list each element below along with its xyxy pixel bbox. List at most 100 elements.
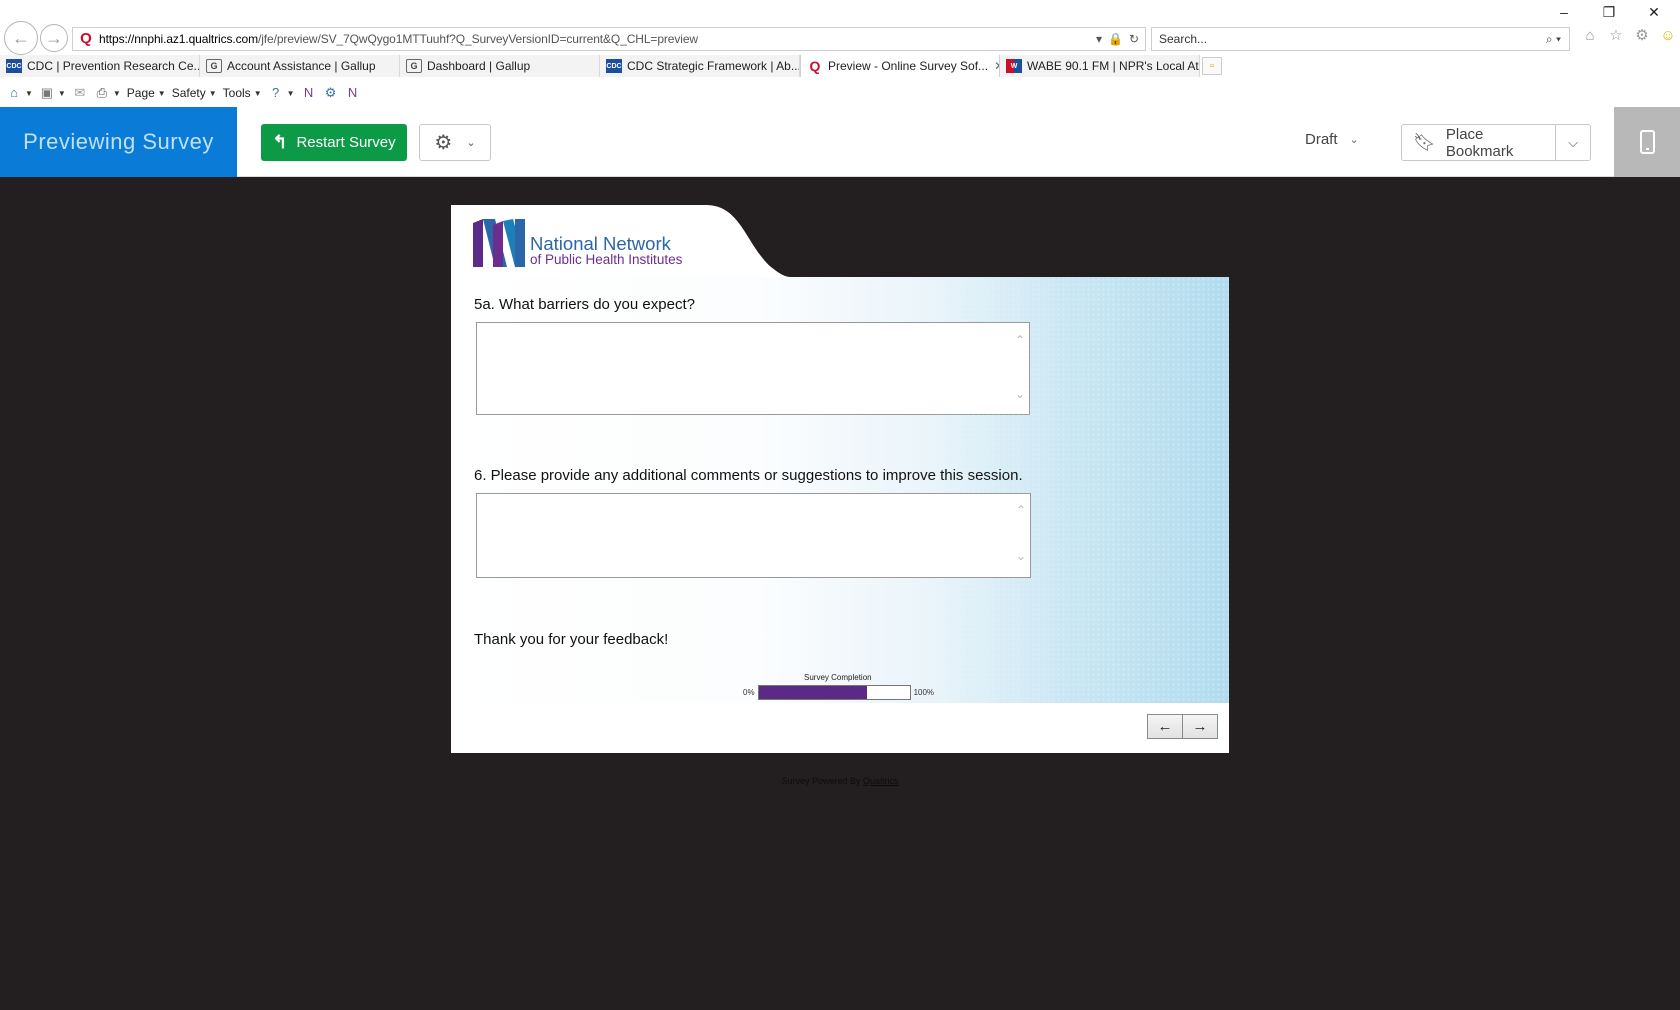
restart-arrow-icon: ↰	[272, 132, 288, 152]
print-menu[interactable]: ⎙ ▼	[94, 85, 121, 101]
home-icon: ⌂	[10, 85, 18, 100]
question-5a-textarea[interactable]	[476, 322, 1030, 415]
powered-by-text: Survey Powered By	[781, 776, 861, 786]
tab-label: CDC | Prevention Research Ce...	[27, 59, 200, 73]
back-button[interactable]: ←	[4, 21, 38, 55]
printer-icon: ⎙	[96, 85, 108, 100]
search-icon[interactable]: ⌕ ▾	[1546, 32, 1569, 47]
scroll-down-icon[interactable]: ⌄	[1013, 549, 1029, 563]
logo-line-1: National Network	[530, 233, 671, 254]
cdc-favicon-icon: CDC	[606, 59, 622, 73]
minimize-icon[interactable]: –	[1554, 4, 1574, 20]
scroll-up-icon[interactable]: ⌃	[1012, 333, 1028, 347]
bookmark-dropdown-button[interactable]: ⌵	[1555, 124, 1591, 161]
favorites-star-icon[interactable]: ☆	[1608, 28, 1624, 44]
safety-menu-label: Safety	[171, 86, 206, 100]
mail-icon: ✉	[74, 85, 86, 100]
version-dropdown[interactable]: Draft ⌄	[1305, 131, 1359, 148]
progress-max-label: 100%	[913, 688, 935, 697]
home-icon[interactable]: ⌂	[1582, 28, 1598, 44]
gear-icon[interactable]: ⚙	[1634, 28, 1650, 44]
linked-notes-icon: N	[347, 85, 358, 100]
addon-gear-button[interactable]: ⚙	[323, 85, 339, 101]
chevron-down-icon: ⌵	[1568, 134, 1578, 150]
mobile-preview-toggle[interactable]	[1614, 107, 1680, 177]
restart-survey-button[interactable]: ↰ Restart Survey	[261, 124, 407, 161]
wabe-favicon-icon: W	[1006, 59, 1022, 73]
url-path: /jfe/preview/SV_7QwQygo1MTTuuhf?Q_Survey…	[257, 32, 698, 46]
help-icon: ?	[271, 85, 280, 100]
back-arrow-icon: ←	[12, 27, 30, 48]
qualtrics-link[interactable]: Qualtrics	[863, 776, 899, 786]
progress-label: Survey Completion	[804, 673, 872, 682]
place-bookmark-button[interactable]: 🔖︎ Place Bookmark	[1401, 124, 1555, 161]
tab-gallup-dashboard[interactable]: G Dashboard | Gallup	[400, 55, 600, 77]
browser-chrome: ← → Q https://nnphi.az1.qualtrics.com/jf…	[0, 0, 1680, 107]
scroll-up-icon[interactable]: ⌃	[1013, 503, 1029, 517]
next-button[interactable]: →	[1182, 714, 1218, 739]
new-tab-button[interactable]: ▫	[1202, 57, 1222, 75]
previewing-survey-title: Previewing Survey	[0, 107, 237, 177]
bookmark-label: Place Bookmark	[1445, 125, 1514, 160]
nnphi-logo-icon	[473, 219, 525, 267]
gallup-favicon-icon: G	[206, 59, 222, 73]
close-window-icon[interactable]: ✕	[1644, 4, 1664, 21]
home-menu[interactable]: ⌂ ▼	[6, 85, 33, 101]
previous-button[interactable]: ←	[1147, 714, 1183, 739]
mobile-phone-icon	[1639, 130, 1655, 154]
preview-settings-button[interactable]: ⚙ ⌄	[419, 124, 491, 161]
tab-cdc-strategic[interactable]: CDC CDC Strategic Framework | Ab...	[600, 55, 800, 77]
question-6-textarea[interactable]	[476, 493, 1031, 578]
preview-toolbar: Previewing Survey ↰ Restart Survey ⚙ ⌄ D…	[0, 107, 1680, 177]
command-bar: ⌂ ▼ ▣ ▼ ✉ ⎙ ▼ Page ▼ Safety ▼ Tools ▼ ? ▼ N ⚙ N	[0, 80, 1680, 106]
forward-arrow-icon: →	[45, 27, 63, 48]
survey-body: 5a. What barriers do you expect? ⌃ ⌄ 6. …	[451, 277, 1229, 703]
tab-cdc-prevention[interactable]: CDC CDC | Prevention Research Ce...	[0, 55, 200, 77]
question-5a-label: 5a. What barriers do you expect?	[474, 296, 695, 313]
forward-button[interactable]: →	[40, 24, 68, 52]
address-bar[interactable]: Q https://nnphi.az1.qualtrics.com/jfe/pr…	[72, 27, 1146, 51]
gallup-favicon-icon: G	[406, 59, 422, 73]
progress-bar	[757, 685, 911, 700]
smiley-feedback-icon[interactable]: ☺	[1660, 28, 1676, 44]
bookmark-icon: 🔖︎	[1413, 132, 1436, 152]
tab-gallup-account[interactable]: G Account Assistance | Gallup	[200, 55, 400, 77]
page-menu[interactable]: Page ▼	[127, 86, 166, 100]
survey-container: National Network of Public Health Instit…	[451, 205, 1229, 753]
scroll-down-icon[interactable]: ⌄	[1012, 387, 1028, 401]
progress-widget: 0% 100%	[743, 685, 934, 700]
thank-you-message: Thank you for your feedback!	[474, 631, 669, 648]
rss-feed-icon: ▣	[40, 85, 54, 100]
progress-fill	[758, 686, 868, 699]
survey-nav-footer: ← →	[451, 703, 1229, 753]
tab-qualtrics-preview[interactable]: Q Preview - Online Survey Sof... ✕	[800, 55, 1000, 77]
mail-button[interactable]: ✉	[72, 85, 88, 101]
restore-icon[interactable]: ❐	[1599, 4, 1619, 21]
url-text[interactable]: https://nnphi.az1.qualtrics.com/jfe/prev…	[99, 32, 1096, 46]
tab-label: Account Assistance | Gallup	[227, 59, 376, 73]
feeds-menu[interactable]: ▣ ▼	[39, 85, 66, 101]
tab-label: Preview - Online Survey Sof...	[828, 59, 989, 73]
search-placeholder: Search...	[1159, 32, 1208, 46]
safety-menu[interactable]: Safety ▼	[172, 86, 217, 100]
logo-line-2: of Public Health Institutes	[530, 252, 683, 268]
onenote-linked-button[interactable]: N	[345, 85, 361, 101]
gear-icon: ⚙	[324, 85, 337, 100]
powered-by-footer: Survey Powered By Qualtrics	[0, 776, 1680, 786]
survey-header: National Network of Public Health Instit…	[451, 205, 1229, 277]
tab-strip: CDC CDC | Prevention Research Ce... G Ac…	[0, 55, 1680, 77]
refresh-icon[interactable]: ↻	[1129, 32, 1139, 46]
lock-icon[interactable]: 🔒	[1108, 32, 1123, 46]
version-label: Draft	[1305, 131, 1338, 148]
qualtrics-favicon-icon: Q	[809, 58, 821, 74]
dropdown-icon[interactable]: ▾	[1096, 32, 1102, 46]
onenote-button[interactable]: N	[301, 85, 317, 101]
tab-label: WABE 90.1 FM | NPR's Local At...	[1027, 59, 1200, 73]
progress-min-label: 0%	[743, 688, 755, 697]
help-menu[interactable]: ? ▼	[268, 85, 295, 101]
tab-wabe[interactable]: W WABE 90.1 FM | NPR's Local At...	[1000, 55, 1200, 77]
search-input[interactable]: Search... ⌕ ▾	[1151, 27, 1570, 51]
tools-menu[interactable]: Tools ▼	[223, 86, 262, 100]
qualtrics-favicon-icon: Q	[80, 30, 92, 47]
tools-menu-label: Tools	[222, 86, 251, 100]
